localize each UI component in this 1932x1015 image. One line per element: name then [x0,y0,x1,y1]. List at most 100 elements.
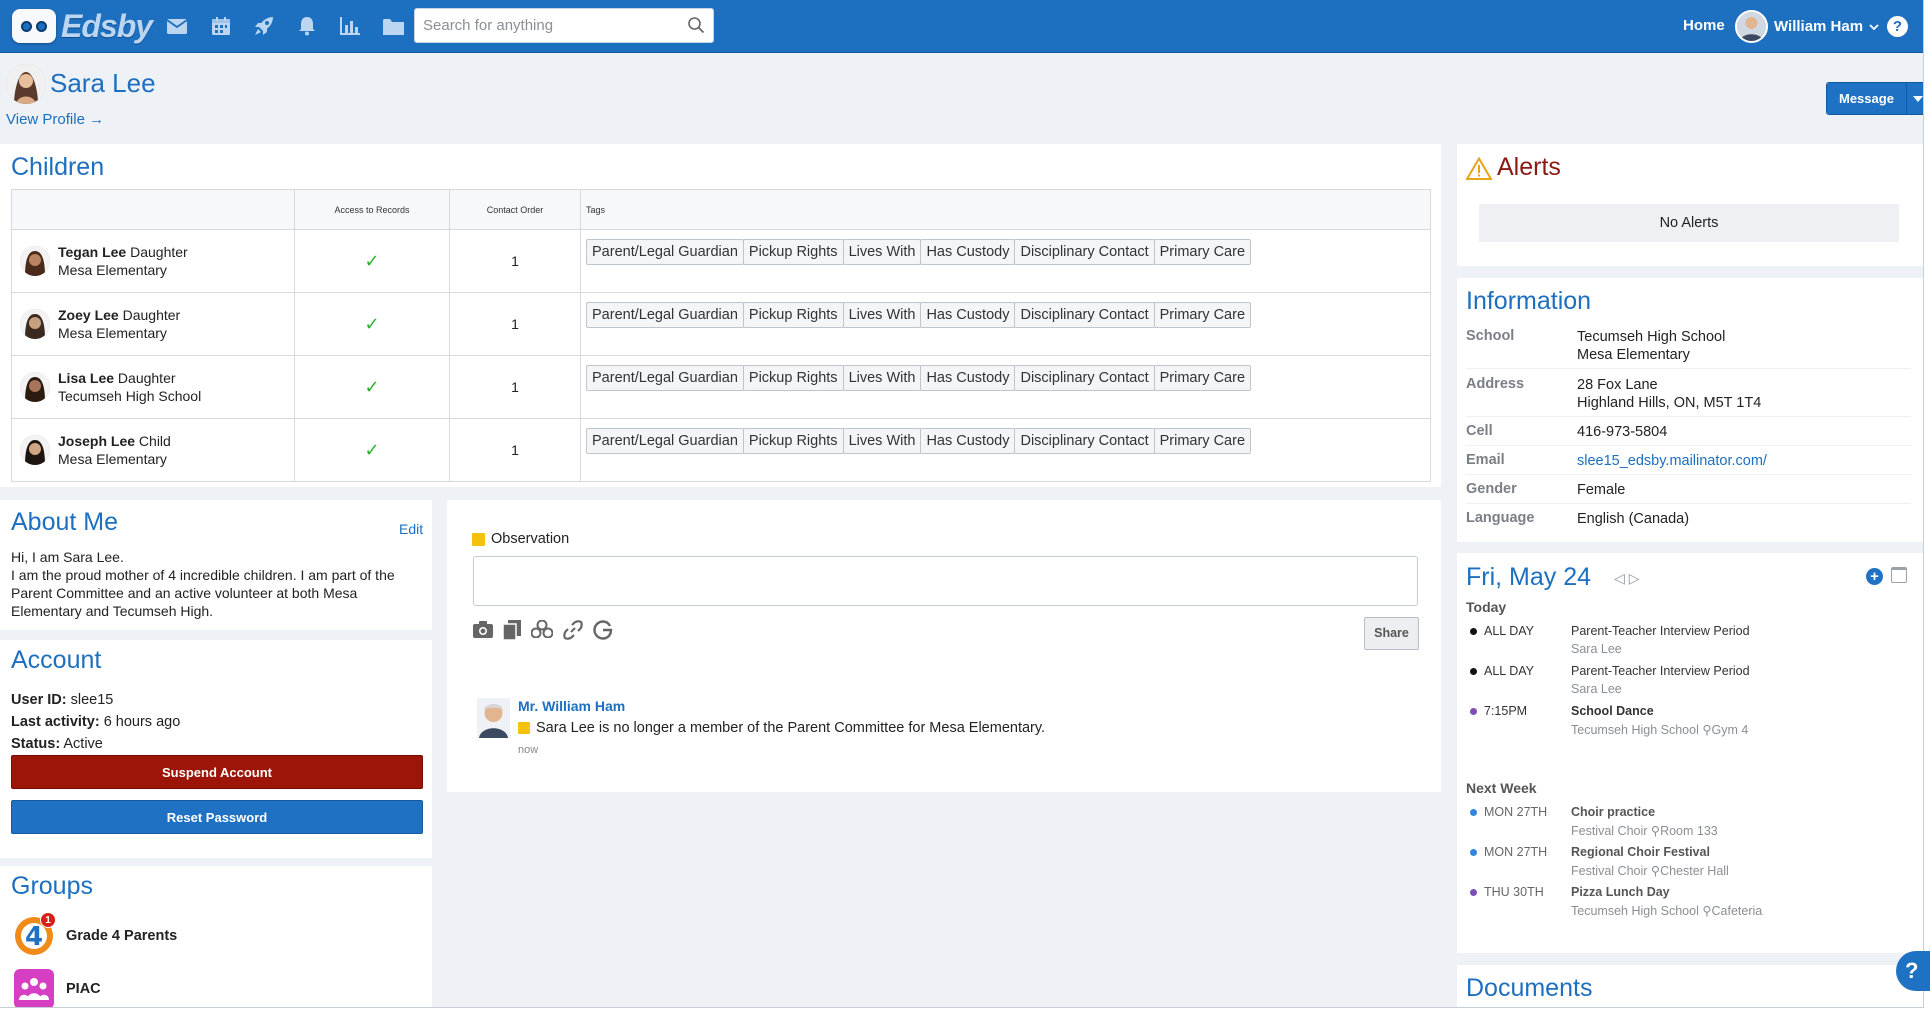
sticky-note-icon [518,722,530,734]
tag-chip[interactable]: Primary Care [1153,302,1252,328]
tag-chip[interactable]: Lives With [842,365,922,391]
group-item-grade-4-parents[interactable]: 4 1 Grade 4 Parents [14,912,178,956]
tag-chip[interactable]: Parent/Legal Guardian [586,428,744,454]
child-avatar[interactable] [20,372,50,402]
event-time: 7:15PM [1484,704,1528,718]
search-icon[interactable] [687,16,705,38]
child-avatar[interactable] [20,309,50,339]
tag-chip[interactable]: Pickup Rights [742,365,844,391]
post-author-avatar[interactable] [477,698,510,738]
tag-chip[interactable]: Parent/Legal Guardian [586,302,744,328]
google-icon[interactable] [593,620,613,644]
next-day-icon[interactable]: ▷ [1629,570,1644,586]
child-name[interactable]: Joseph Lee [58,433,135,449]
add-event-icon[interactable]: + [1866,568,1883,585]
help-icon[interactable]: ? [1887,16,1908,37]
message-dropdown-icon[interactable] [1905,83,1923,114]
document-icon[interactable] [502,620,521,644]
tag-chip[interactable]: Lives With [842,239,922,265]
chart-icon[interactable] [337,13,363,39]
calendar-date: Fri, May 24 [1466,563,1592,591]
embed-icon[interactable] [530,619,554,644]
user-menu[interactable]: William Ham [1735,10,1879,43]
link-icon[interactable] [563,620,583,644]
tag-chip[interactable]: Pickup Rights [742,302,844,328]
notification-badge: 1 [40,912,56,928]
event-dot [1470,708,1477,715]
event-dot [1470,849,1477,856]
mail-icon[interactable] [164,13,190,39]
tag-chip[interactable]: Lives With [842,302,922,328]
view-profile-link[interactable]: View Profile → [6,111,104,128]
children-title: Children [11,153,105,181]
info-label: Gender [1466,481,1517,497]
message-button-group[interactable]: Message [1826,82,1923,115]
about-me-card: About Me Edit Hi, I am Sara Lee. I am th… [0,500,432,630]
help-float-button[interactable]: ? [1896,951,1930,991]
event-time: MON 27TH [1484,845,1548,859]
event-location: Chester Hall [1660,864,1729,878]
tag-chip[interactable]: Parent/Legal Guardian [586,239,744,265]
tag-chip[interactable]: Primary Care [1153,239,1252,265]
tag-chip[interactable]: Lives With [842,428,922,454]
tag-chip[interactable]: Disciplinary Contact [1014,302,1155,328]
child-name[interactable]: Tegan Lee [58,244,126,260]
alerts-card: Alerts No Alerts [1457,144,1923,266]
event-location: Cafeteria [1711,904,1763,918]
calendar-icon[interactable] [208,13,234,39]
tag-chip[interactable]: Primary Care [1153,428,1252,454]
rocket-icon[interactable] [251,13,277,39]
edit-about-link[interactable]: Edit [399,521,423,537]
tag-chip[interactable]: Has Custody [920,239,1016,265]
suspend-account-button[interactable]: Suspend Account [11,755,423,789]
documents-title: Documents [1466,974,1593,1002]
tags-cell: Parent/Legal Guardian Pickup Rights Lives … [580,418,1431,482]
warning-icon [1465,156,1493,184]
event-dot [1470,809,1477,816]
tag-chip[interactable]: Has Custody [920,428,1016,454]
group-name: Grade 4 Parents [66,928,178,944]
status-row: Status: Active [11,736,103,752]
tag-chip[interactable]: Pickup Rights [742,239,844,265]
event-sub: Sara Lee [1571,642,1622,656]
table-row: Zoey Lee Daughter Mesa Elementary ✓ 1 Parent… [11,292,1431,356]
bell-icon[interactable] [294,13,320,39]
post-timestamp: now [518,744,539,756]
tag-chip[interactable]: Has Custody [920,365,1016,391]
post-author-name[interactable]: Mr. William Ham [518,698,625,714]
event-subtitle: Sara Lee [1571,682,1622,696]
edsby-logo[interactable]: Edsby [12,6,153,46]
child-name[interactable]: Zoey Lee [58,307,119,323]
folder-icon[interactable] [380,13,406,39]
camera-icon[interactable] [473,620,493,644]
prev-day-icon[interactable]: ◁ [1614,570,1629,586]
search-input[interactable] [415,9,675,42]
children-card: Children Access to Records Contact Order… [0,144,1441,487]
tag-chip[interactable]: Pickup Rights [742,428,844,454]
share-button[interactable]: Share [1364,617,1419,650]
group-item-piac[interactable]: PIAC [14,969,101,1007]
message-button[interactable]: Message [1827,83,1906,114]
info-label: Cell [1466,423,1493,439]
reset-password-button[interactable]: Reset Password [11,800,423,834]
tag-chip[interactable]: Has Custody [920,302,1016,328]
observation-input[interactable] [473,556,1418,606]
tag-chip[interactable]: Disciplinary Contact [1014,365,1155,391]
email-link[interactable]: slee15_edsby.mailinator.com/ [1577,452,1767,470]
child-avatar[interactable] [20,435,50,465]
tag-chip[interactable]: Disciplinary Contact [1014,239,1155,265]
location-pin-icon: ⚲ [1650,864,1661,878]
tag-chip[interactable]: Parent/Legal Guardian [586,365,744,391]
location-pin-icon: ⚲ [1702,723,1712,737]
info-label: Language [1466,510,1535,526]
tag-chip[interactable]: Disciplinary Contact [1014,428,1155,454]
post-text: Sara Lee is no longer a member of the Pa… [518,720,1045,736]
calendar-view-icon[interactable] [1891,567,1907,583]
user-id-label: User ID: [11,692,67,708]
child-avatar[interactable] [20,246,50,276]
child-name[interactable]: Lisa Lee [58,370,114,386]
tag-chip[interactable]: Primary Care [1153,365,1252,391]
search-box[interactable] [414,8,714,43]
home-link[interactable]: Home [1683,17,1725,34]
child-school: Tecumseh High School [58,388,202,404]
